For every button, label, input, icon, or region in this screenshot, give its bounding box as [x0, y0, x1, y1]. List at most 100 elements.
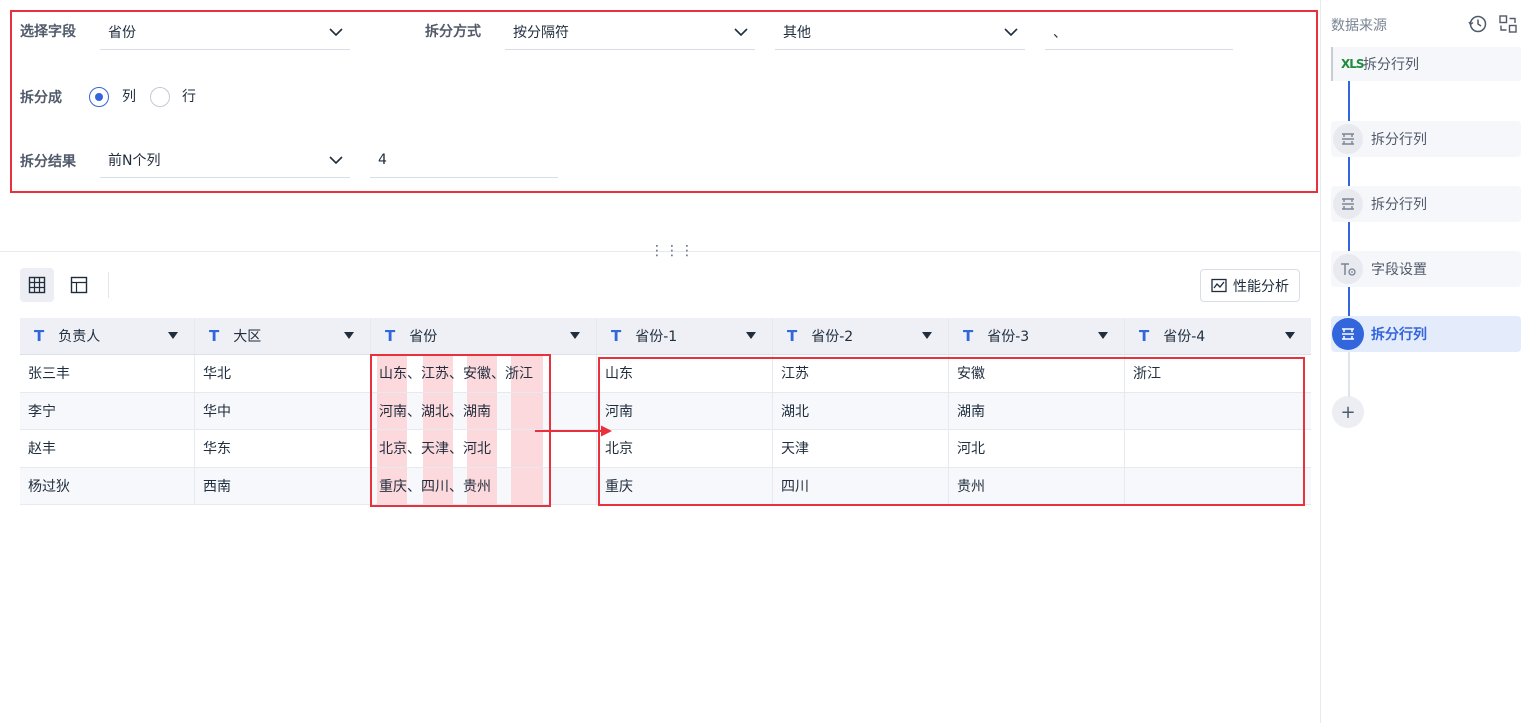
text-type-icon: T: [1139, 327, 1150, 345]
chart-line-icon: [1211, 278, 1227, 292]
caret-down-icon[interactable]: [1285, 332, 1295, 339]
delimiter-input[interactable]: 、: [1045, 14, 1233, 50]
step-data-source[interactable]: XLS 拆分行列: [1331, 47, 1521, 81]
column-header[interactable]: T 省份-1: [597, 318, 773, 354]
chevron-down-icon: [329, 156, 343, 165]
table-cell[interactable]: 浙江: [1125, 355, 1311, 392]
steps-timeline-tail: [1348, 350, 1350, 396]
table-cell[interactable]: 天津: [773, 430, 949, 467]
radio-column-label: 列: [122, 89, 136, 105]
split-config-panel: 选择字段 省份 拆分方式 按分隔符 其他 、 拆分成 列 行 拆分结果 前N个列…: [0, 0, 1320, 252]
split-step-icon: [1333, 189, 1363, 219]
result-mode-select[interactable]: 前N个列: [100, 142, 350, 178]
field-select[interactable]: 省份: [100, 14, 350, 50]
table-cell[interactable]: 北京: [597, 430, 773, 467]
method-label: 拆分方式: [425, 24, 481, 40]
table-cell[interactable]: 华中: [195, 392, 371, 429]
step-split-active[interactable]: 拆分行列: [1331, 316, 1521, 352]
table-cell[interactable]: 山东: [597, 355, 773, 392]
step-label: 拆分行列: [1371, 132, 1427, 148]
step-split[interactable]: 拆分行列: [1331, 121, 1521, 157]
method-select-value: 按分隔符: [513, 24, 569, 41]
table-cell[interactable]: 西南: [195, 467, 371, 504]
table-cell[interactable]: 河北: [949, 430, 1125, 467]
chevron-down-icon: [1004, 28, 1018, 37]
text-type-icon: T: [385, 327, 396, 345]
result-count-input[interactable]: 4: [370, 142, 558, 178]
text-type-icon: T: [34, 327, 45, 345]
data-table: T 负责人 T 大区 T 省份 T 省份-1 T 省份-2 T 省份-3 T 省份-4 张三丰…: [20, 318, 1311, 505]
resize-handle[interactable]: ⋮⋮⋮: [650, 244, 694, 258]
step-field-settings[interactable]: 字段设置: [1331, 251, 1521, 287]
text-type-icon: T: [209, 327, 220, 345]
performance-analysis-button[interactable]: 性能分析: [1200, 269, 1300, 302]
table-cell[interactable]: 山东、江苏、安徽、浙江: [371, 355, 597, 392]
table-cell[interactable]: 华北: [195, 355, 371, 392]
toolbar-divider: [108, 272, 109, 298]
column-header[interactable]: T 省份-3: [949, 318, 1125, 354]
xls-file-icon: XLS: [1341, 57, 1365, 71]
step-split[interactable]: 拆分行列: [1331, 186, 1521, 222]
table-cell[interactable]: [1125, 468, 1311, 505]
chevron-down-icon: [734, 28, 748, 37]
table-cell[interactable]: 张三丰: [20, 355, 195, 392]
text-type-icon: T: [611, 327, 622, 345]
caret-down-icon[interactable]: [570, 332, 580, 339]
caret-down-icon[interactable]: [168, 332, 178, 339]
table-cell[interactable]: 河南: [597, 392, 773, 429]
caret-down-icon[interactable]: [344, 332, 354, 339]
method-select[interactable]: 按分隔符: [505, 14, 755, 50]
chevron-down-icon: [329, 28, 343, 37]
table-cell[interactable]: [1125, 393, 1311, 430]
split-into-label: 拆分成: [20, 90, 62, 106]
delimiter-input-value: 、: [1053, 24, 1067, 41]
field-label: 选择字段: [20, 24, 76, 40]
text-type-icon: T: [963, 327, 974, 345]
table-cell[interactable]: 贵州: [949, 467, 1125, 504]
caret-down-icon[interactable]: [746, 332, 756, 339]
steps-sidebar: 数据来源 XLS 拆分行列 拆分行列 拆分行列 字段设置 拆分行列: [1320, 0, 1529, 723]
field-select-value: 省份: [108, 24, 136, 41]
performance-analysis-label: 性能分析: [1233, 278, 1289, 295]
table-cell[interactable]: 华东: [195, 430, 371, 467]
result-count-value: 4: [378, 151, 387, 168]
step-label: 字段设置: [1371, 262, 1427, 278]
split-step-icon: [1333, 124, 1363, 154]
column-header[interactable]: T 大区: [195, 318, 371, 354]
delimiter-type-value: 其他: [783, 24, 811, 41]
table-cell[interactable]: [1125, 430, 1311, 467]
radio-row-label: 行: [182, 89, 196, 105]
delimiter-type-select[interactable]: 其他: [775, 14, 1025, 50]
history-icon[interactable]: [1468, 14, 1488, 34]
column-header[interactable]: T 省份-2: [773, 318, 949, 354]
table-row: 赵丰 华东 北京、天津、河北 北京 天津 河北: [20, 430, 1311, 468]
text-type-icon: T: [787, 327, 798, 345]
step-label: 拆分行列: [1363, 57, 1419, 73]
table-cell[interactable]: 安徽: [949, 355, 1125, 392]
column-header[interactable]: T 负责人: [20, 318, 195, 354]
table-cell[interactable]: 重庆、四川、贵州: [371, 467, 597, 504]
split-step-icon: [1332, 318, 1364, 350]
table-cell[interactable]: 重庆: [597, 467, 773, 504]
table-cell[interactable]: 江苏: [773, 355, 949, 392]
table-cell[interactable]: 湖北: [773, 392, 949, 429]
field-settings-icon: [1333, 254, 1363, 284]
table-cell[interactable]: 李宁: [20, 392, 195, 429]
radio-column[interactable]: [89, 87, 109, 107]
column-header[interactable]: T 省份-4: [1125, 318, 1311, 354]
table-cell[interactable]: 湖南: [949, 392, 1125, 429]
table-cell[interactable]: 四川: [773, 467, 949, 504]
grid-view-button[interactable]: [20, 268, 54, 302]
caret-down-icon[interactable]: [1098, 332, 1108, 339]
table-row: 杨过狄 西南 重庆、四川、贵州 重庆 四川 贵州: [20, 467, 1311, 505]
column-header[interactable]: T 省份: [371, 318, 597, 354]
table-cell[interactable]: 杨过狄: [20, 467, 195, 504]
radio-row[interactable]: [150, 87, 170, 107]
add-step-button[interactable]: +: [1332, 396, 1364, 428]
arrow-right-icon: [535, 425, 612, 437]
table-cell[interactable]: 赵丰: [20, 430, 195, 467]
table-row: 李宁 华中 河南、湖北、湖南 河南 湖北 湖南: [20, 392, 1311, 430]
layout-switch-icon[interactable]: [1498, 14, 1518, 34]
layout-view-button[interactable]: [62, 268, 96, 302]
caret-down-icon[interactable]: [922, 332, 932, 339]
